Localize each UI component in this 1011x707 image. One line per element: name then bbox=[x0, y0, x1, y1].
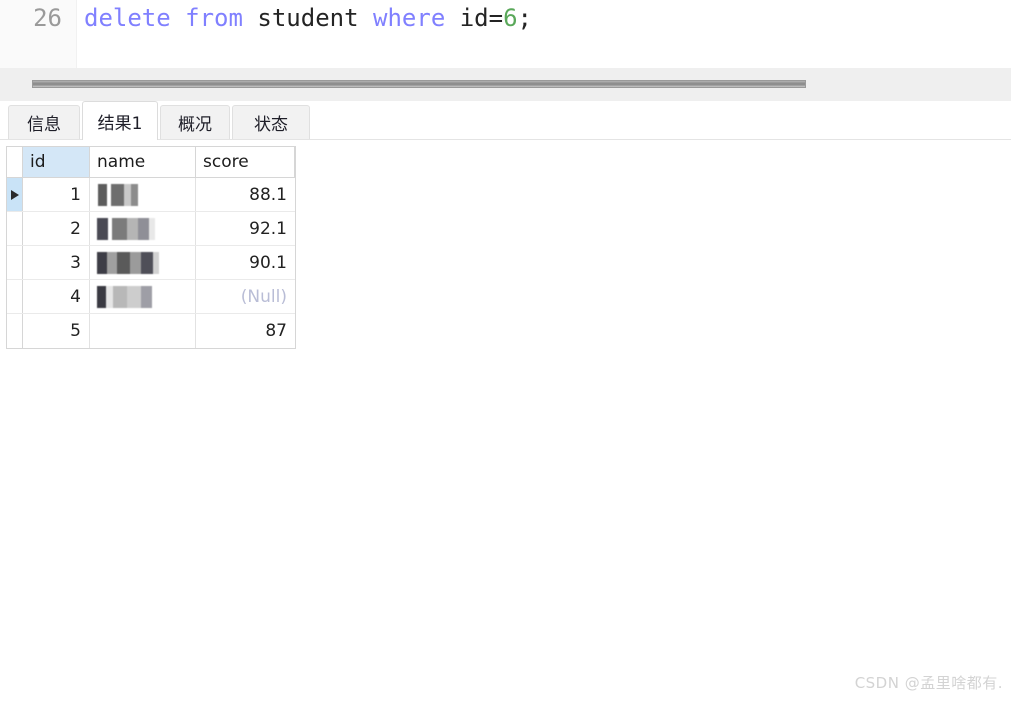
tab-profile-label: 概况 bbox=[178, 115, 212, 135]
editor-line-26[interactable]: 26 delete from student where id=6; bbox=[0, 0, 532, 36]
current-row-arrow-icon bbox=[10, 189, 19, 200]
cell-id[interactable]: 2 bbox=[23, 212, 90, 245]
line-number: 26 bbox=[33, 4, 62, 32]
table-row[interactable]: 3 90.1 bbox=[7, 246, 295, 280]
row-selector[interactable] bbox=[7, 246, 23, 279]
redacted-name bbox=[98, 183, 142, 206]
sql-token-literal: 6 bbox=[503, 4, 518, 32]
result-tabbar: 信息 结果1 概况 状态 bbox=[0, 101, 1011, 140]
redacted-name bbox=[97, 251, 159, 274]
watermark: CSDN @孟里啥都有. bbox=[854, 674, 1003, 692]
sql-token-table: student bbox=[257, 4, 359, 32]
column-header-name-label: name bbox=[97, 152, 146, 172]
sql-space bbox=[171, 4, 185, 32]
cell-id[interactable]: 3 bbox=[23, 246, 90, 279]
column-header-score-label: score bbox=[203, 152, 249, 172]
tab-profile[interactable]: 概况 bbox=[160, 105, 230, 139]
table-row[interactable]: 5 87 bbox=[7, 314, 295, 348]
sql-token-semicolon: ; bbox=[517, 4, 532, 32]
table-row[interactable]: 2 92.1 bbox=[7, 212, 295, 246]
cell-id[interactable]: 5 bbox=[23, 314, 90, 348]
cell-score[interactable]: 88.1 bbox=[196, 178, 295, 211]
cell-name[interactable] bbox=[90, 314, 196, 348]
column-header-score[interactable]: score bbox=[196, 147, 295, 177]
tab-status-label: 状态 bbox=[254, 115, 288, 135]
sql-token-delete: delete bbox=[84, 4, 171, 32]
tab-result1[interactable]: 结果1 bbox=[82, 101, 158, 140]
cell-name[interactable] bbox=[90, 212, 196, 245]
column-header-name[interactable]: name bbox=[90, 147, 196, 177]
tab-status[interactable]: 状态 bbox=[232, 105, 310, 139]
result-grid[interactable]: id name score 1 88.1 2 92.1 3 90.1 4 (Nu… bbox=[6, 146, 296, 349]
sql-space bbox=[445, 4, 459, 32]
editor-horizontal-scrollbar[interactable] bbox=[0, 68, 1011, 101]
cell-id[interactable]: 1 bbox=[23, 178, 90, 211]
sql-token-from: from bbox=[185, 4, 243, 32]
tab-info-label: 信息 bbox=[27, 115, 61, 135]
cell-score[interactable]: 92.1 bbox=[196, 212, 295, 245]
row-selector[interactable] bbox=[7, 178, 23, 211]
cell-name[interactable] bbox=[90, 178, 196, 211]
row-selector[interactable] bbox=[7, 314, 23, 348]
cell-score[interactable]: 87 bbox=[196, 314, 295, 348]
sql-token-where: where bbox=[373, 4, 446, 32]
tab-info[interactable]: 信息 bbox=[8, 105, 80, 139]
cell-score[interactable]: (Null) bbox=[196, 280, 295, 313]
grid-header-row: id name score bbox=[7, 146, 295, 178]
cell-score[interactable]: 90.1 bbox=[196, 246, 295, 279]
scrollbar-track[interactable] bbox=[0, 68, 1011, 101]
cell-name[interactable] bbox=[90, 246, 196, 279]
table-row[interactable]: 1 88.1 bbox=[7, 178, 295, 212]
scrollbar-thumb[interactable] bbox=[32, 80, 806, 88]
sql-space bbox=[243, 4, 257, 32]
cell-name[interactable] bbox=[90, 280, 196, 313]
sql-editor[interactable]: 26 delete from student where id=6; bbox=[0, 0, 1011, 68]
redacted-name bbox=[97, 217, 155, 240]
row-selector[interactable] bbox=[7, 280, 23, 313]
sql-statement[interactable]: delete from student where id=6; bbox=[84, 0, 532, 36]
column-header-id[interactable]: id bbox=[23, 147, 90, 177]
cell-id[interactable]: 4 bbox=[23, 280, 90, 313]
sql-token-column-pred: id= bbox=[459, 4, 504, 32]
tab-result1-label: 结果1 bbox=[97, 113, 143, 134]
redacted-name bbox=[97, 285, 159, 308]
table-row[interactable]: 4 (Null) bbox=[7, 280, 295, 314]
column-header-id-label: id bbox=[30, 152, 46, 172]
row-selector[interactable] bbox=[7, 212, 23, 245]
grid-header-corner bbox=[7, 147, 23, 177]
sql-space bbox=[359, 4, 373, 32]
